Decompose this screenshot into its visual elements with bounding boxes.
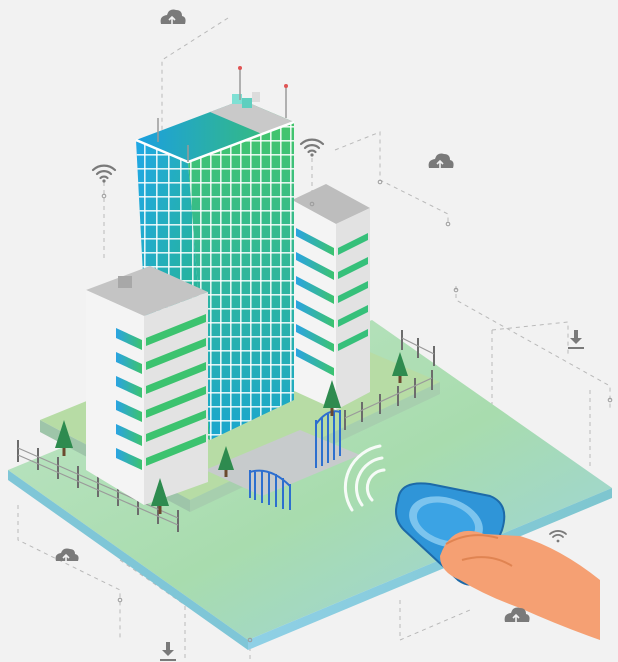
smart-building-illustration bbox=[0, 0, 618, 662]
right-building bbox=[292, 184, 370, 410]
left-building bbox=[86, 266, 208, 505]
